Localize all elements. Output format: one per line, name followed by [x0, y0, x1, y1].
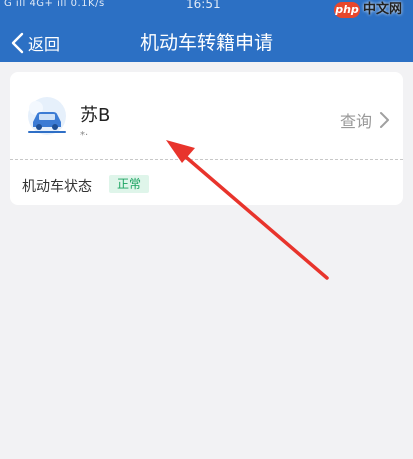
- chevron-right-icon: [380, 112, 390, 128]
- status-time: 16:51: [186, 0, 221, 11]
- vehicle-card[interactable]: 苏B *· 查询 机动车状态 正常: [10, 72, 403, 205]
- annotation-arrow-icon: [166, 140, 329, 280]
- query-button[interactable]: 查询: [340, 108, 390, 132]
- watermark-text: 中文网: [363, 2, 403, 17]
- card-divider: [10, 159, 403, 160]
- status-signal-text: G ıll 4G+ ıll 0.1K/s: [4, 0, 105, 9]
- vehicle-status-label: 机动车状态: [22, 179, 92, 195]
- query-label: 查询: [340, 112, 373, 131]
- page-title: 机动车转籍申请: [139, 32, 273, 54]
- status-badge: 正常: [109, 175, 150, 193]
- car-icon: [28, 97, 66, 135]
- plate-subtext: *·: [80, 130, 89, 141]
- watermark-badge: php: [334, 2, 360, 18]
- plate-number: 苏B: [80, 105, 111, 126]
